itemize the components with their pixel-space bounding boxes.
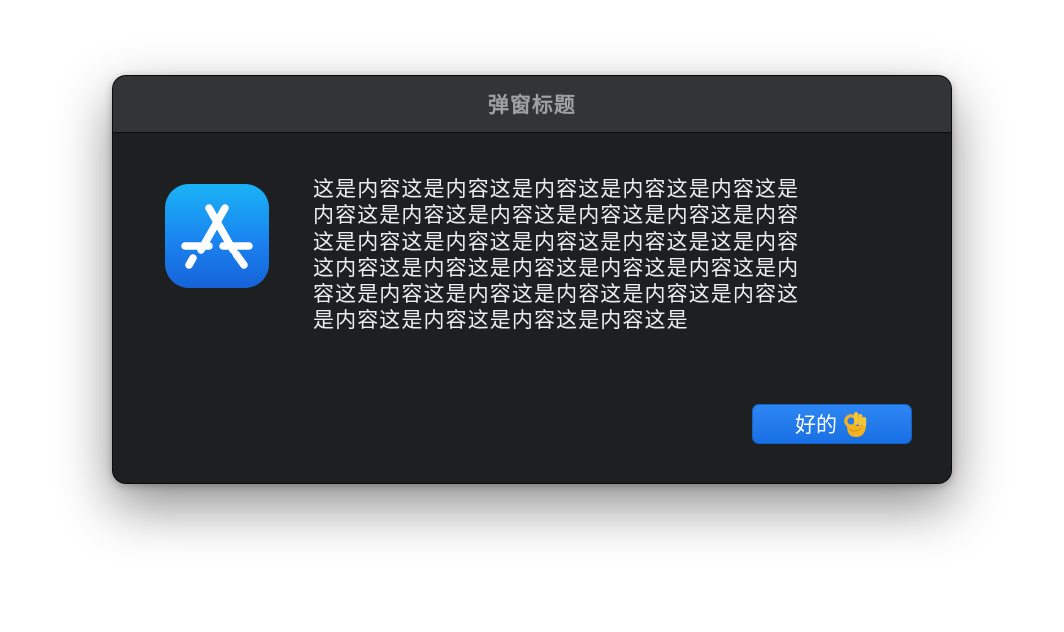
desktop-background: 弹窗标题 这是内容这是内容这是内容这是内容这是内容这是 内容这是内容这是内容这是… <box>0 0 1064 632</box>
app-store-icon <box>165 184 269 288</box>
dialog-message: 这是内容这是内容这是内容这是内容这是内容这是 内容这是内容这是内容这是内容这是内… <box>313 177 800 333</box>
alert-dialog: 弹窗标题 这是内容这是内容这是内容这是内容这是内容这是 内容这是内容这是内容这是… <box>112 75 952 484</box>
ok-hand-icon <box>841 409 869 439</box>
ok-button-label: 好的 <box>795 413 837 437</box>
ok-button[interactable]: 好的 <box>752 404 912 444</box>
dialog-titlebar[interactable]: 弹窗标题 <box>113 76 951 133</box>
dialog-title: 弹窗标题 <box>488 93 576 117</box>
